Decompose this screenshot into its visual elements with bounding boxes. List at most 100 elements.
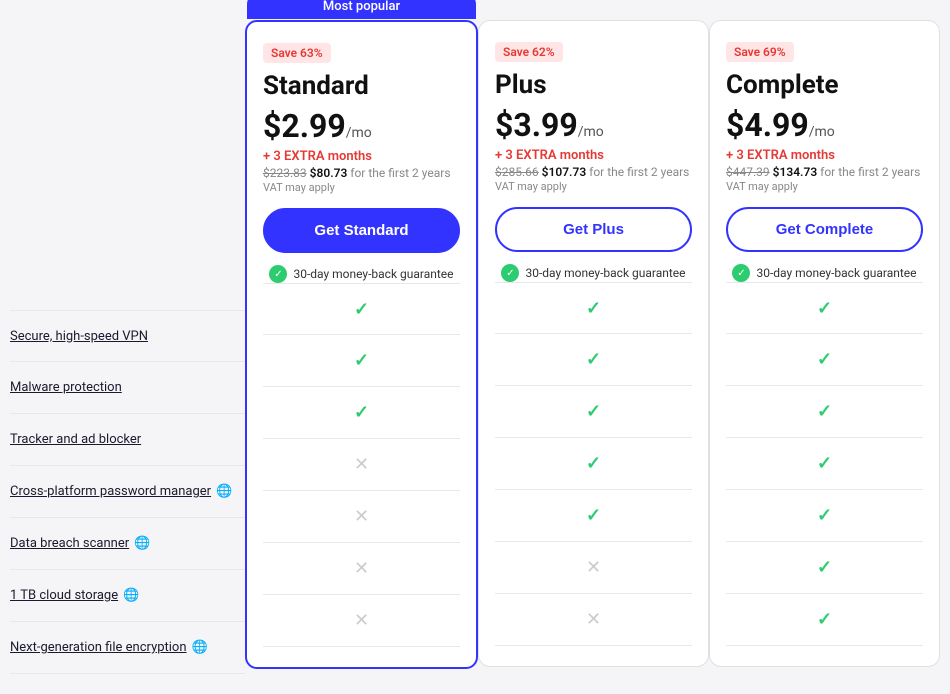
plan-name: Complete <box>726 70 923 100</box>
check-icon: ✓ <box>817 298 832 319</box>
get-plan-button-complete[interactable]: Get Complete <box>726 207 923 252</box>
check-cell: ✓ <box>726 438 923 490</box>
check-cell: ✓ <box>495 282 692 334</box>
check-cell: ✕ <box>263 595 460 647</box>
check-icon: ✓ <box>586 401 601 422</box>
feature-row: Data breach scanner 🌐 <box>10 518 245 570</box>
feature-info-icon: 🌐 <box>192 640 208 655</box>
feature-row: 1 TB cloud storage 🌐 <box>10 570 245 622</box>
strikethrough-price: $223.83 <box>263 166 307 180</box>
original-price: $285.66 $107.73 for the first 2 years <box>495 165 692 179</box>
check-icon: ✓ <box>354 402 369 423</box>
feature-label[interactable]: Next-generation file encryption <box>10 640 187 655</box>
check-rows: ✓✓✓✕✕✕✕ <box>263 283 460 647</box>
per-mo: /mo <box>578 124 604 140</box>
feature-row: Secure, high-speed VPN <box>10 310 245 362</box>
cross-icon: ✕ <box>354 610 369 631</box>
money-back-text: 30-day money-back guarantee <box>756 266 916 280</box>
check-icon: ✓ <box>586 298 601 319</box>
plan-card-plus: Save 62% Plus $3.99/mo + 3 EXTRA months … <box>478 20 709 667</box>
feature-label[interactable]: Secure, high-speed VPN <box>10 329 148 344</box>
cross-icon: ✕ <box>354 454 369 475</box>
get-plan-button-plus[interactable]: Get Plus <box>495 207 692 252</box>
original-price: $223.83 $80.73 for the first 2 years <box>263 166 460 180</box>
plans-wrapper: Most popular Save 63% Standard $2.99/mo … <box>245 20 940 669</box>
vat-note: VAT may apply <box>495 180 692 193</box>
money-back-text: 30-day money-back guarantee <box>525 266 685 280</box>
cross-icon: ✕ <box>586 609 601 630</box>
check-icon: ✓ <box>586 453 601 474</box>
feature-info-icon: 🌐 <box>216 484 232 499</box>
check-icon: ✓ <box>354 350 369 371</box>
feature-label[interactable]: 1 TB cloud storage <box>10 588 118 603</box>
check-icon: ✓ <box>817 401 832 422</box>
check-cell: ✓ <box>726 490 923 542</box>
plan-price: $2.99/mo <box>263 107 460 145</box>
feature-row: Tracker and ad blocker <box>10 414 245 466</box>
extra-months: + 3 EXTRA months <box>263 149 460 164</box>
pricing-container: Secure, high-speed VPN Malware protection… <box>10 20 940 674</box>
feature-row: Next-generation file encryption 🌐 <box>10 622 245 674</box>
feature-row: Cross-platform password manager 🌐 <box>10 466 245 518</box>
check-cell: ✓ <box>495 386 692 438</box>
most-popular-badge: Most popular <box>247 0 476 19</box>
get-plan-button-standard[interactable]: Get Standard <box>263 208 460 253</box>
feature-label[interactable]: Malware protection <box>10 380 122 395</box>
feature-label[interactable]: Data breach scanner <box>10 536 129 551</box>
check-cell: ✓ <box>495 334 692 386</box>
cross-icon: ✕ <box>586 557 601 578</box>
check-cell: ✓ <box>263 283 460 335</box>
check-cell: ✕ <box>263 439 460 491</box>
feature-list: Secure, high-speed VPN Malware protection… <box>10 310 245 674</box>
vat-note: VAT may apply <box>263 181 460 194</box>
save-badge: Save 63% <box>263 43 331 63</box>
extra-months: + 3 EXTRA months <box>495 148 692 163</box>
feature-row: Malware protection <box>10 362 245 414</box>
vat-note: VAT may apply <box>726 180 923 193</box>
check-cell: ✓ <box>726 282 923 334</box>
check-cell: ✕ <box>495 542 692 594</box>
feature-label[interactable]: Tracker and ad blocker <box>10 432 141 447</box>
money-back-guarantee: ✓ 30-day money-back guarantee <box>726 264 923 282</box>
shield-icon: ✓ <box>501 264 519 282</box>
money-back-text: 30-day money-back guarantee <box>293 267 453 281</box>
feature-column: Secure, high-speed VPN Malware protection… <box>10 20 245 674</box>
plan-card-complete: Save 69% Complete $4.99/mo + 3 EXTRA mon… <box>709 20 940 667</box>
per-mo: /mo <box>346 125 372 141</box>
check-icon: ✓ <box>817 557 832 578</box>
strikethrough-price: $285.66 <box>495 165 539 179</box>
check-cell: ✓ <box>263 387 460 439</box>
check-cell: ✓ <box>495 490 692 542</box>
discounted-price: $80.73 <box>310 166 348 180</box>
save-badge: Save 62% <box>495 42 563 62</box>
check-cell: ✓ <box>726 542 923 594</box>
check-rows: ✓ ✓ ✓ ✓ ✓ ✓ ✓ <box>726 282 923 646</box>
discounted-price: $134.73 <box>773 165 818 179</box>
check-icon: ✓ <box>817 453 832 474</box>
check-cell: ✓ <box>726 594 923 646</box>
strikethrough-price: $447.39 <box>726 165 770 179</box>
plan-price: $3.99/mo <box>495 106 692 144</box>
plan-name: Plus <box>495 70 692 100</box>
original-price: $447.39 $134.73 for the first 2 years <box>726 165 923 179</box>
check-icon: ✓ <box>817 609 832 630</box>
feature-info-icon: 🌐 <box>123 588 139 603</box>
shield-icon: ✓ <box>732 264 750 282</box>
check-icon: ✓ <box>817 349 832 370</box>
feature-label[interactable]: Cross-platform password manager <box>10 484 211 499</box>
check-rows: ✓ ✓ ✓ ✓ ✓ ✕ ✕ <box>495 282 692 646</box>
save-badge: Save 69% <box>726 42 794 62</box>
check-cell: ✕ <box>263 491 460 543</box>
shield-icon: ✓ <box>269 265 287 283</box>
check-icon: ✓ <box>586 349 601 370</box>
money-back-guarantee: ✓ 30-day money-back guarantee <box>495 264 692 282</box>
per-mo: /mo <box>809 124 835 140</box>
check-cell: ✕ <box>495 594 692 646</box>
discounted-price: $107.73 <box>542 165 587 179</box>
check-cell: ✓ <box>263 335 460 387</box>
money-back-guarantee: ✓ 30-day money-back guarantee <box>263 265 460 283</box>
plan-card-standard: Most popular Save 63% Standard $2.99/mo … <box>245 20 478 669</box>
feature-info-icon: 🌐 <box>134 536 150 551</box>
check-icon: ✓ <box>817 505 832 526</box>
check-icon: ✓ <box>354 299 369 320</box>
